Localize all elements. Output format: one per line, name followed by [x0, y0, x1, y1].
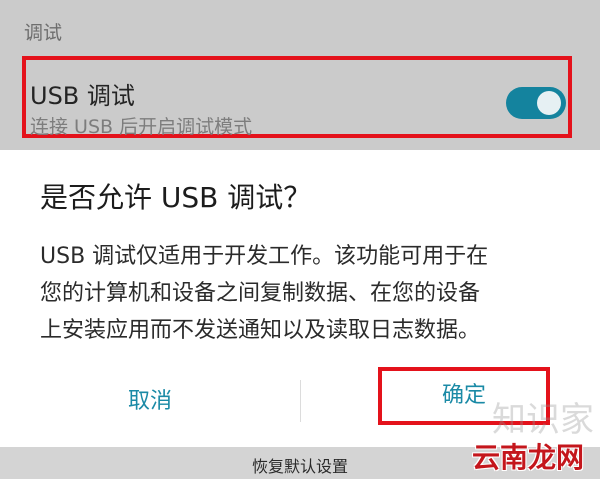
section-header-debugging: 调试	[24, 22, 63, 44]
dialog-body-line: 上安装应用而不发送通知以及读取日志数据。	[40, 318, 481, 343]
dialog-body-line: 您的计算机和设备之间复制数据、在您的设备	[40, 281, 481, 306]
watermark-logo: 云南龙网	[472, 441, 585, 474]
watermark-faint: 知识家	[492, 400, 594, 440]
usb-debugging-subtitle: 连接 USB 后开启调试模式	[30, 116, 253, 138]
dialog-title: 是否允许 USB 调试？	[40, 181, 312, 214]
dialog-body-line: USB 调试仅适用于开发工作。该功能可用于在	[40, 244, 489, 269]
cancel-button[interactable]: 取消	[60, 380, 240, 424]
button-divider	[300, 380, 301, 422]
settings-background: 调试 USB 调试 连接 USB 后开启调试模式	[0, 0, 600, 150]
toggle-knob	[537, 91, 561, 115]
usb-debugging-toggle[interactable]	[506, 87, 566, 119]
usb-debugging-title: USB 调试	[30, 82, 135, 110]
dialog-body: USB 调试仅适用于开发工作。该功能可用于在 您的计算机和设备之间复制数据、在您…	[40, 238, 570, 349]
usb-debugging-row[interactable]: USB 调试 连接 USB 后开启调试模式	[22, 56, 572, 138]
